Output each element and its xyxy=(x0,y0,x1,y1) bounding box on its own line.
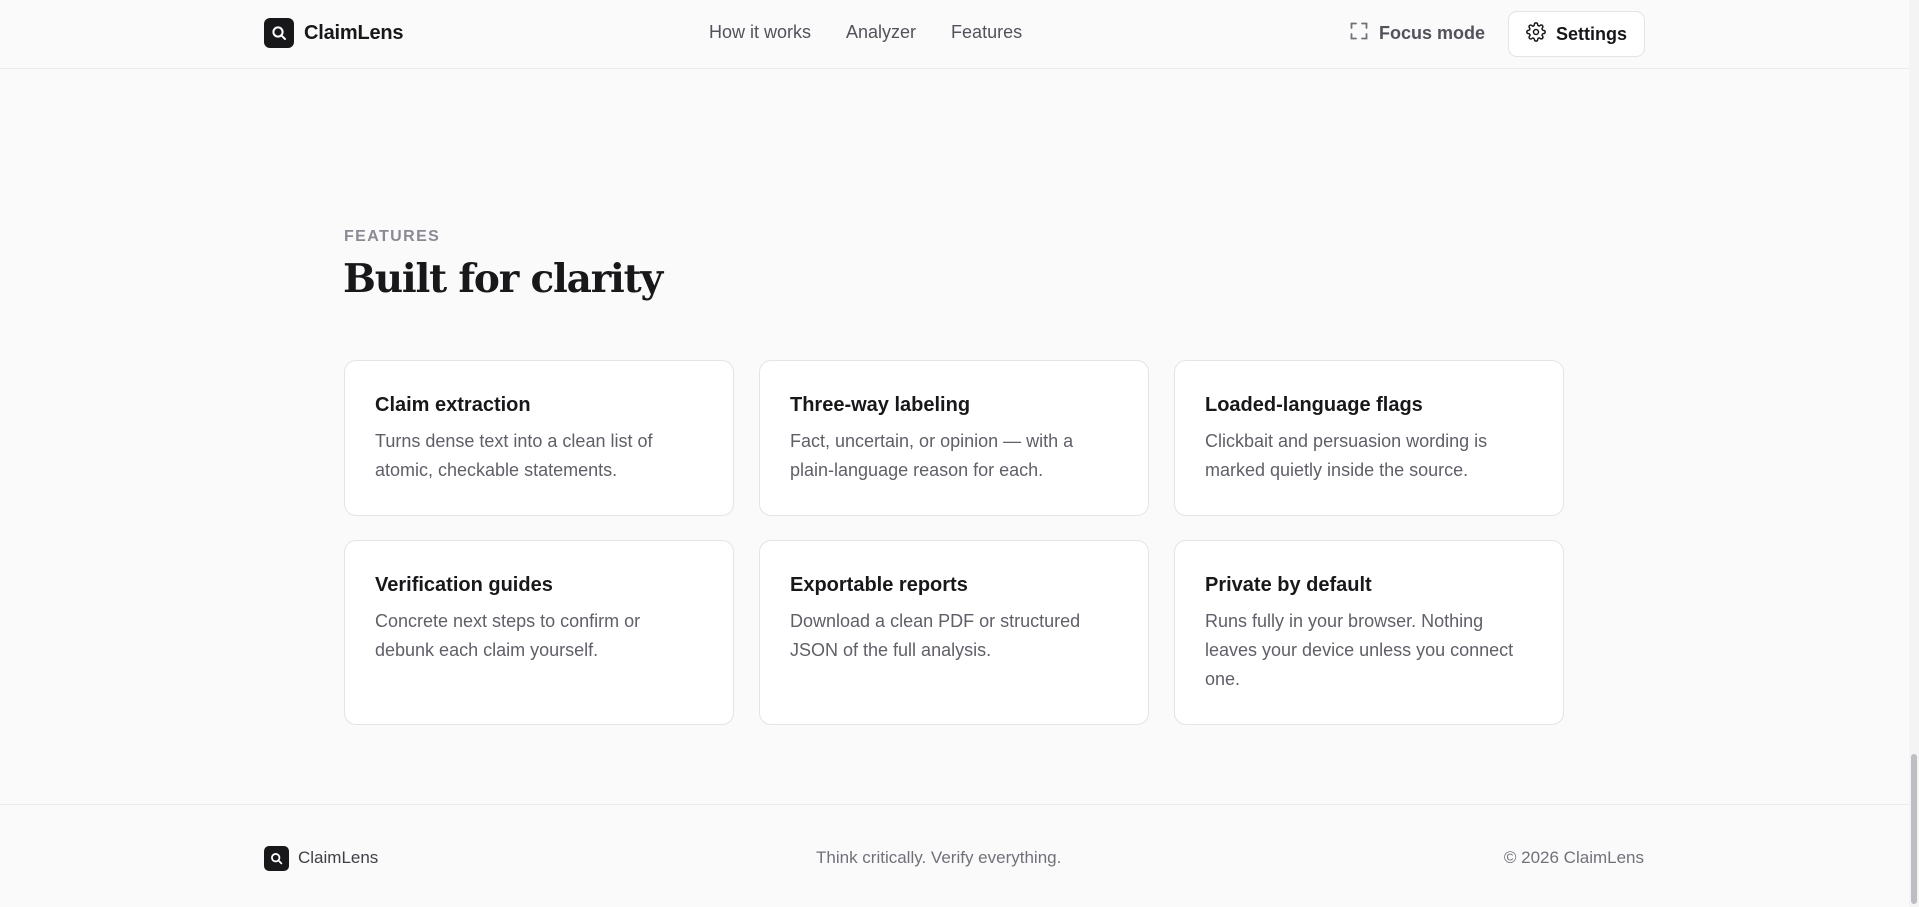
search-icon xyxy=(264,18,294,48)
feature-card: Three-way labeling Fact, uncertain, or o… xyxy=(759,360,1149,516)
feature-card: Claim extraction Turns dense text into a… xyxy=(344,360,734,516)
page-scrollbar[interactable] xyxy=(1909,0,1919,907)
feature-description: Fact, uncertain, or opinion — with a pla… xyxy=(790,431,1074,480)
footer-brand-link[interactable]: ClaimLens xyxy=(264,845,378,871)
footer-brand-name: ClaimLens xyxy=(298,848,379,867)
feature-title: Claim extraction xyxy=(375,394,531,416)
nav-analyzer[interactable]: Analyzer xyxy=(846,22,916,43)
settings-button[interactable]: Settings xyxy=(1508,11,1645,57)
feature-title: Loaded-language flags xyxy=(1205,394,1423,416)
top-nav-bar: ClaimLens How it works Analyzer Features… xyxy=(0,0,1909,69)
focus-mode-button[interactable]: Focus mode xyxy=(1350,16,1485,50)
feature-card: Loaded-language flags Clickbait and pers… xyxy=(1174,360,1564,516)
feature-description: Concrete next steps to confirm or debunk… xyxy=(375,611,641,660)
feature-title: Verification guides xyxy=(375,574,553,596)
section-title: Built for clarity xyxy=(343,256,663,302)
feature-title: Exportable reports xyxy=(790,574,968,596)
footer-tagline: Think critically. Verify everything. xyxy=(816,848,1062,867)
section-eyebrow: FEATURES xyxy=(344,228,441,245)
brand-link[interactable]: ClaimLens xyxy=(264,18,404,48)
feature-card: Exportable reports Download a clean PDF … xyxy=(759,540,1149,725)
feature-title: Private by default xyxy=(1205,574,1372,596)
nav-features[interactable]: Features xyxy=(951,22,1022,43)
gear-icon xyxy=(1526,21,1546,47)
settings-label: Settings xyxy=(1555,23,1627,44)
feature-description: Clickbait and persuasion wording is mark… xyxy=(1205,431,1488,480)
feature-description: Turns dense text into a clean list of at… xyxy=(375,431,653,480)
brand-name: ClaimLens xyxy=(304,21,404,44)
expand-corners-icon xyxy=(1350,22,1368,45)
feature-title: Three-way labeling xyxy=(790,394,971,416)
feature-description: Runs fully in your browser. Nothing leav… xyxy=(1205,611,1514,689)
feature-card: Verification guides Concrete next steps … xyxy=(344,540,734,725)
footer: ClaimLens Think critically. Verify every… xyxy=(0,804,1909,907)
scrollbar-thumb[interactable] xyxy=(1911,754,1917,904)
search-icon xyxy=(264,845,289,871)
feature-description: Download a clean PDF or structured JSON … xyxy=(790,611,1081,660)
focus-mode-label: Focus mode xyxy=(1379,22,1486,43)
nav-how-it-works[interactable]: How it works xyxy=(709,22,811,43)
main-nav: How it works Analyzer Features xyxy=(709,20,1022,44)
feature-card: Private by default Runs fully in your br… xyxy=(1174,540,1564,725)
page: ClaimLens How it works Analyzer Features… xyxy=(0,0,1919,907)
footer-copyright: © 2026 ClaimLens xyxy=(1503,848,1644,867)
